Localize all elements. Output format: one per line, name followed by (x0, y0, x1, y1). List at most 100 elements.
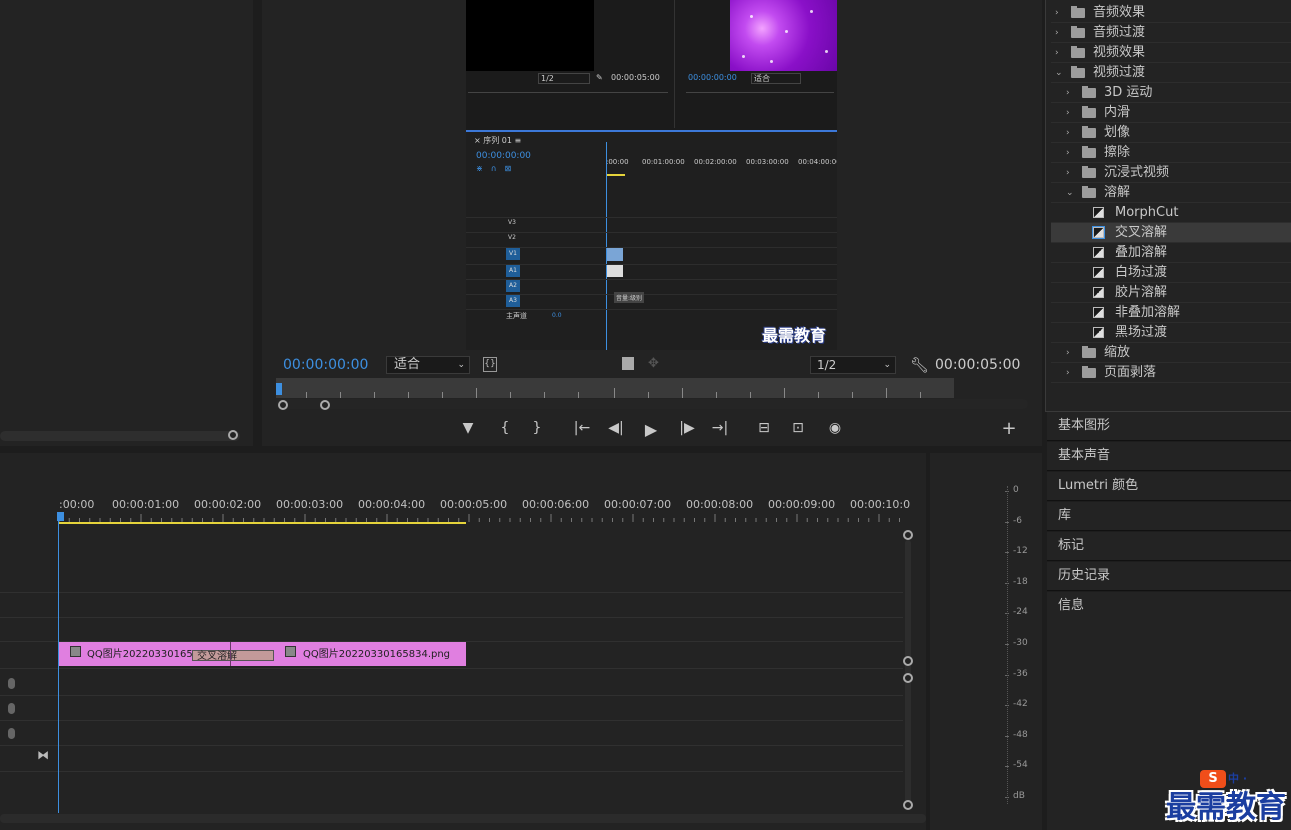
embedded-track-line (466, 309, 837, 310)
play-button[interactable]: ▶ (641, 420, 661, 439)
effects-folder[interactable]: › 3D 运动 (1051, 83, 1291, 103)
effects-folder[interactable]: › 擦除 (1051, 143, 1291, 163)
meter-scale-label: -36 (1013, 668, 1028, 679)
program-fit-label: 适合 (394, 357, 421, 372)
panel-history[interactable]: 历史记录 (1047, 562, 1291, 591)
program-zoom-left-handle[interactable] (278, 400, 288, 410)
effects-folder[interactable]: › 音频效果 (1051, 3, 1291, 23)
effect-item[interactable]: 非叠加溶解 (1051, 303, 1291, 323)
project-panel-zoom-handle[interactable] (228, 430, 238, 440)
panel-essential-graphics[interactable]: 基本图形 (1047, 412, 1291, 441)
mark-out-button[interactable]: } (527, 420, 547, 436)
timeline-horizontal-scrollbar[interactable] (0, 814, 926, 823)
track-divider (0, 771, 903, 772)
work-area-bar[interactable] (59, 522, 466, 524)
chevron-right-icon[interactable]: › (1066, 363, 1070, 383)
audio-meter-bar (1007, 486, 1009, 804)
step-forward-button[interactable]: |▶ (677, 420, 697, 436)
ruler-label: 00:00:03:00 (276, 498, 344, 511)
chevron-down-icon[interactable]: ⌄ (1055, 63, 1063, 83)
folder-icon (1082, 146, 1096, 158)
panel-libraries[interactable]: 库 (1047, 502, 1291, 531)
program-playhead[interactable] (276, 383, 282, 395)
effects-item-label: 3D 运动 (1104, 85, 1153, 100)
chevron-right-icon[interactable]: › (1055, 3, 1059, 23)
chevron-right-icon[interactable]: › (1066, 123, 1070, 143)
program-timecode[interactable]: 00:00:00:00 (283, 357, 368, 373)
panel-essential-sound[interactable]: 基本声音 (1047, 442, 1291, 471)
timeline-playhead-handle[interactable] (57, 512, 64, 521)
project-panel-scrollbar[interactable] (0, 431, 240, 441)
program-zoom-right-handle[interactable] (320, 400, 330, 410)
effect-item[interactable]: 交叉溶解 (1051, 223, 1291, 243)
cross-dissolve-transition[interactable]: 交叉溶解 (192, 650, 274, 662)
effect-item[interactable]: 胶片溶解 (1051, 283, 1291, 303)
timeline-playhead[interactable] (58, 521, 59, 813)
effects-folder[interactable]: › 视频效果 (1051, 43, 1291, 63)
chevron-right-icon[interactable]: › (1055, 43, 1059, 63)
safe-margins-icon[interactable]: {} (483, 357, 497, 372)
program-resolution-dropdown[interactable]: 1/2 ⌄ (810, 356, 896, 374)
embedded-volume-tooltip: 音量:级别 (614, 292, 645, 303)
ruler-label: 00:00:02:00 (194, 498, 262, 511)
effect-item[interactable]: MorphCut (1051, 203, 1291, 223)
embedded-master-value: 0.0 (552, 312, 562, 319)
effects-folder[interactable]: › 划像 (1051, 123, 1291, 143)
panel-lumetri-color[interactable]: Lumetri 颜色 (1047, 472, 1291, 501)
effects-item-label: 胶片溶解 (1115, 285, 1168, 300)
effects-folder[interactable]: ⌄ 视频过渡 (1051, 63, 1291, 83)
add-marker-button[interactable]: ▼ (458, 420, 478, 436)
meter-scale-label: -48 (1013, 729, 1028, 740)
go-to-in-button[interactable]: |← (572, 420, 592, 436)
embedded-track-v2: V2 (508, 234, 516, 241)
chevron-right-icon[interactable]: › (1066, 143, 1070, 163)
move-icon[interactable]: ✥ (648, 356, 659, 371)
embedded-track-line (466, 279, 837, 280)
embedded-program-preview (730, 0, 837, 71)
audio-scroll-bottom-handle[interactable] (903, 800, 913, 810)
folder-icon (1071, 66, 1085, 78)
track-divider (0, 695, 903, 696)
microphone-icon[interactable] (8, 703, 15, 714)
effect-item[interactable]: 叠加溶解 (1051, 243, 1291, 263)
effect-item[interactable]: 黑场过渡 (1051, 323, 1291, 343)
chevron-right-icon[interactable]: › (1066, 163, 1070, 183)
export-frame-button[interactable]: ◉ (825, 420, 845, 436)
panel-markers[interactable]: 标记 (1047, 532, 1291, 561)
master-track-arrows-icon[interactable]: ⧓ (37, 748, 49, 762)
embedded-wrench-icon: ✎ (596, 73, 603, 82)
wrench-icon[interactable]: 🔧︎ (910, 356, 929, 374)
chevron-right-icon[interactable]: › (1055, 23, 1059, 43)
effects-folder[interactable]: › 缩放 (1051, 343, 1291, 363)
program-time-ruler[interactable] (276, 378, 954, 398)
program-fit-dropdown[interactable]: 适合 ⌄ (386, 356, 470, 374)
effects-folder[interactable]: ⌄ 溶解 (1051, 183, 1291, 203)
audio-scroll-top-handle[interactable] (903, 673, 913, 683)
effects-folder[interactable]: › 页面剥落 (1051, 363, 1291, 383)
microphone-icon[interactable] (8, 728, 15, 739)
mark-in-button[interactable]: { (495, 420, 515, 436)
frame-icon[interactable] (622, 357, 634, 370)
panel-info[interactable]: 信息 (1047, 592, 1291, 621)
effects-folder[interactable]: › 内滑 (1051, 103, 1291, 123)
chevron-down-icon: ⌄ (457, 360, 465, 370)
video-scroll-top-handle[interactable] (903, 530, 913, 540)
embedded-track-v3: V3 (508, 219, 516, 226)
effects-folder[interactable]: › 沉浸式视频 (1051, 163, 1291, 183)
go-to-out-button[interactable]: →| (710, 420, 730, 436)
folder-icon (1082, 366, 1096, 378)
program-zoom-scrollbar[interactable] (276, 399, 1028, 409)
effects-folder[interactable]: › 音频过渡 (1051, 23, 1291, 43)
chevron-right-icon[interactable]: › (1066, 83, 1070, 103)
video-scroll-bottom-handle[interactable] (903, 656, 913, 666)
effect-item[interactable]: 白场过渡 (1051, 263, 1291, 283)
microphone-icon[interactable] (8, 678, 15, 689)
button-editor-add-button[interactable]: + (999, 418, 1019, 439)
effects-item-label: 溶解 (1104, 185, 1131, 200)
chevron-down-icon[interactable]: ⌄ (1066, 183, 1074, 203)
step-back-button[interactable]: ◀| (606, 420, 626, 436)
lift-button[interactable]: ⊟ (754, 420, 774, 436)
extract-button[interactable]: ⊡ (788, 420, 808, 436)
chevron-right-icon[interactable]: › (1066, 103, 1070, 123)
chevron-right-icon[interactable]: › (1066, 343, 1070, 363)
